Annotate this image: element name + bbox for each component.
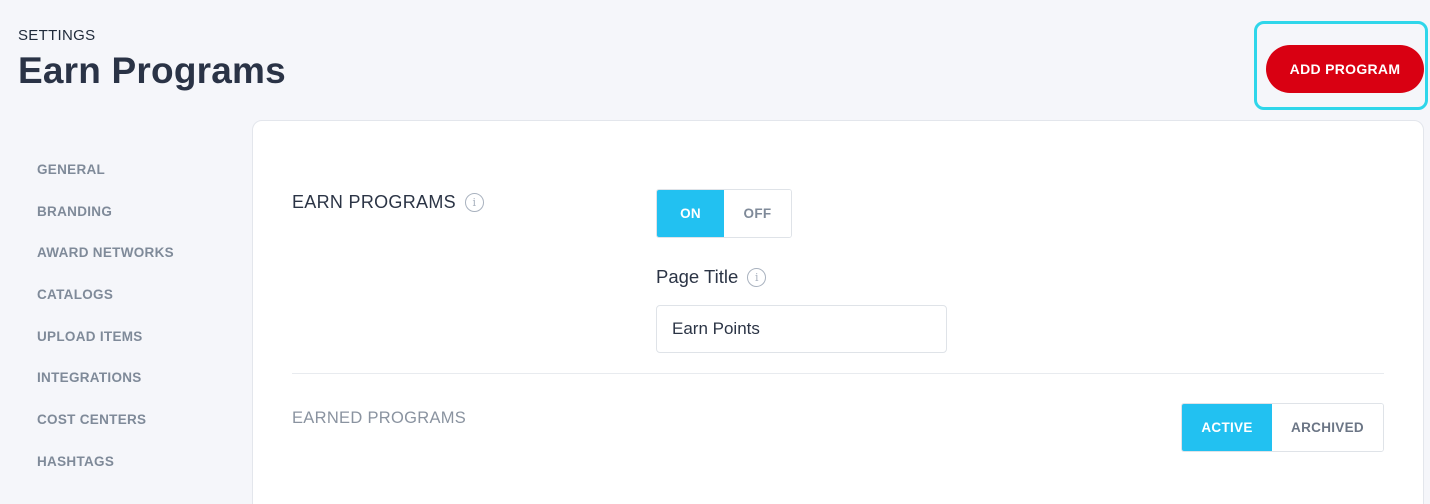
info-icon[interactable]: i: [464, 193, 484, 212]
filter-active-button[interactable]: ACTIVE: [1182, 404, 1272, 451]
toggle-off-button[interactable]: OFF: [724, 190, 791, 237]
earn-programs-toggle: ON OFF: [656, 189, 792, 238]
program-status-filter: ACTIVE ARCHIVED: [1181, 403, 1384, 452]
filter-archived-button[interactable]: ARCHIVED: [1272, 404, 1383, 451]
sidebar-item-cost-centers[interactable]: COST CENTERS: [37, 410, 237, 452]
section-divider: [292, 373, 1384, 374]
settings-sidebar: GENERAL BRANDING AWARD NETWORKS CATALOGS…: [37, 160, 237, 494]
sidebar-item-award-networks[interactable]: AWARD NETWORKS: [37, 243, 237, 285]
sidebar-item-integrations[interactable]: INTEGRATIONS: [37, 368, 237, 410]
page-title-input[interactable]: [656, 305, 947, 353]
settings-page: SETTINGS Earn Programs ADD PROGRAM GENER…: [0, 0, 1430, 504]
page-title: Earn Programs: [18, 50, 286, 91]
earned-programs-label: EARNED PROGRAMS: [292, 409, 467, 427]
breadcrumb: SETTINGS: [18, 27, 96, 44]
sidebar-item-hashtags[interactable]: HASHTAGS: [37, 452, 237, 494]
info-icon[interactable]: i: [747, 267, 767, 287]
sidebar-item-general[interactable]: GENERAL: [37, 160, 237, 202]
sidebar-item-catalogs[interactable]: CATALOGS: [37, 285, 237, 327]
earn-programs-label: EARN PROGRAMS: [292, 192, 456, 212]
page-title-field-label: Page Title i: [656, 266, 767, 288]
toggle-on-button[interactable]: ON: [657, 190, 724, 237]
sidebar-item-branding[interactable]: BRANDING: [37, 202, 237, 244]
earn-programs-section-label: EARN PROGRAMS i: [292, 192, 484, 213]
add-program-button[interactable]: ADD PROGRAM: [1266, 45, 1424, 93]
page-title-label: Page Title: [656, 266, 739, 287]
earn-programs-card: EARN PROGRAMS i ON OFF Page Title i EARN…: [252, 120, 1424, 504]
sidebar-item-upload-items[interactable]: UPLOAD ITEMS: [37, 327, 237, 369]
